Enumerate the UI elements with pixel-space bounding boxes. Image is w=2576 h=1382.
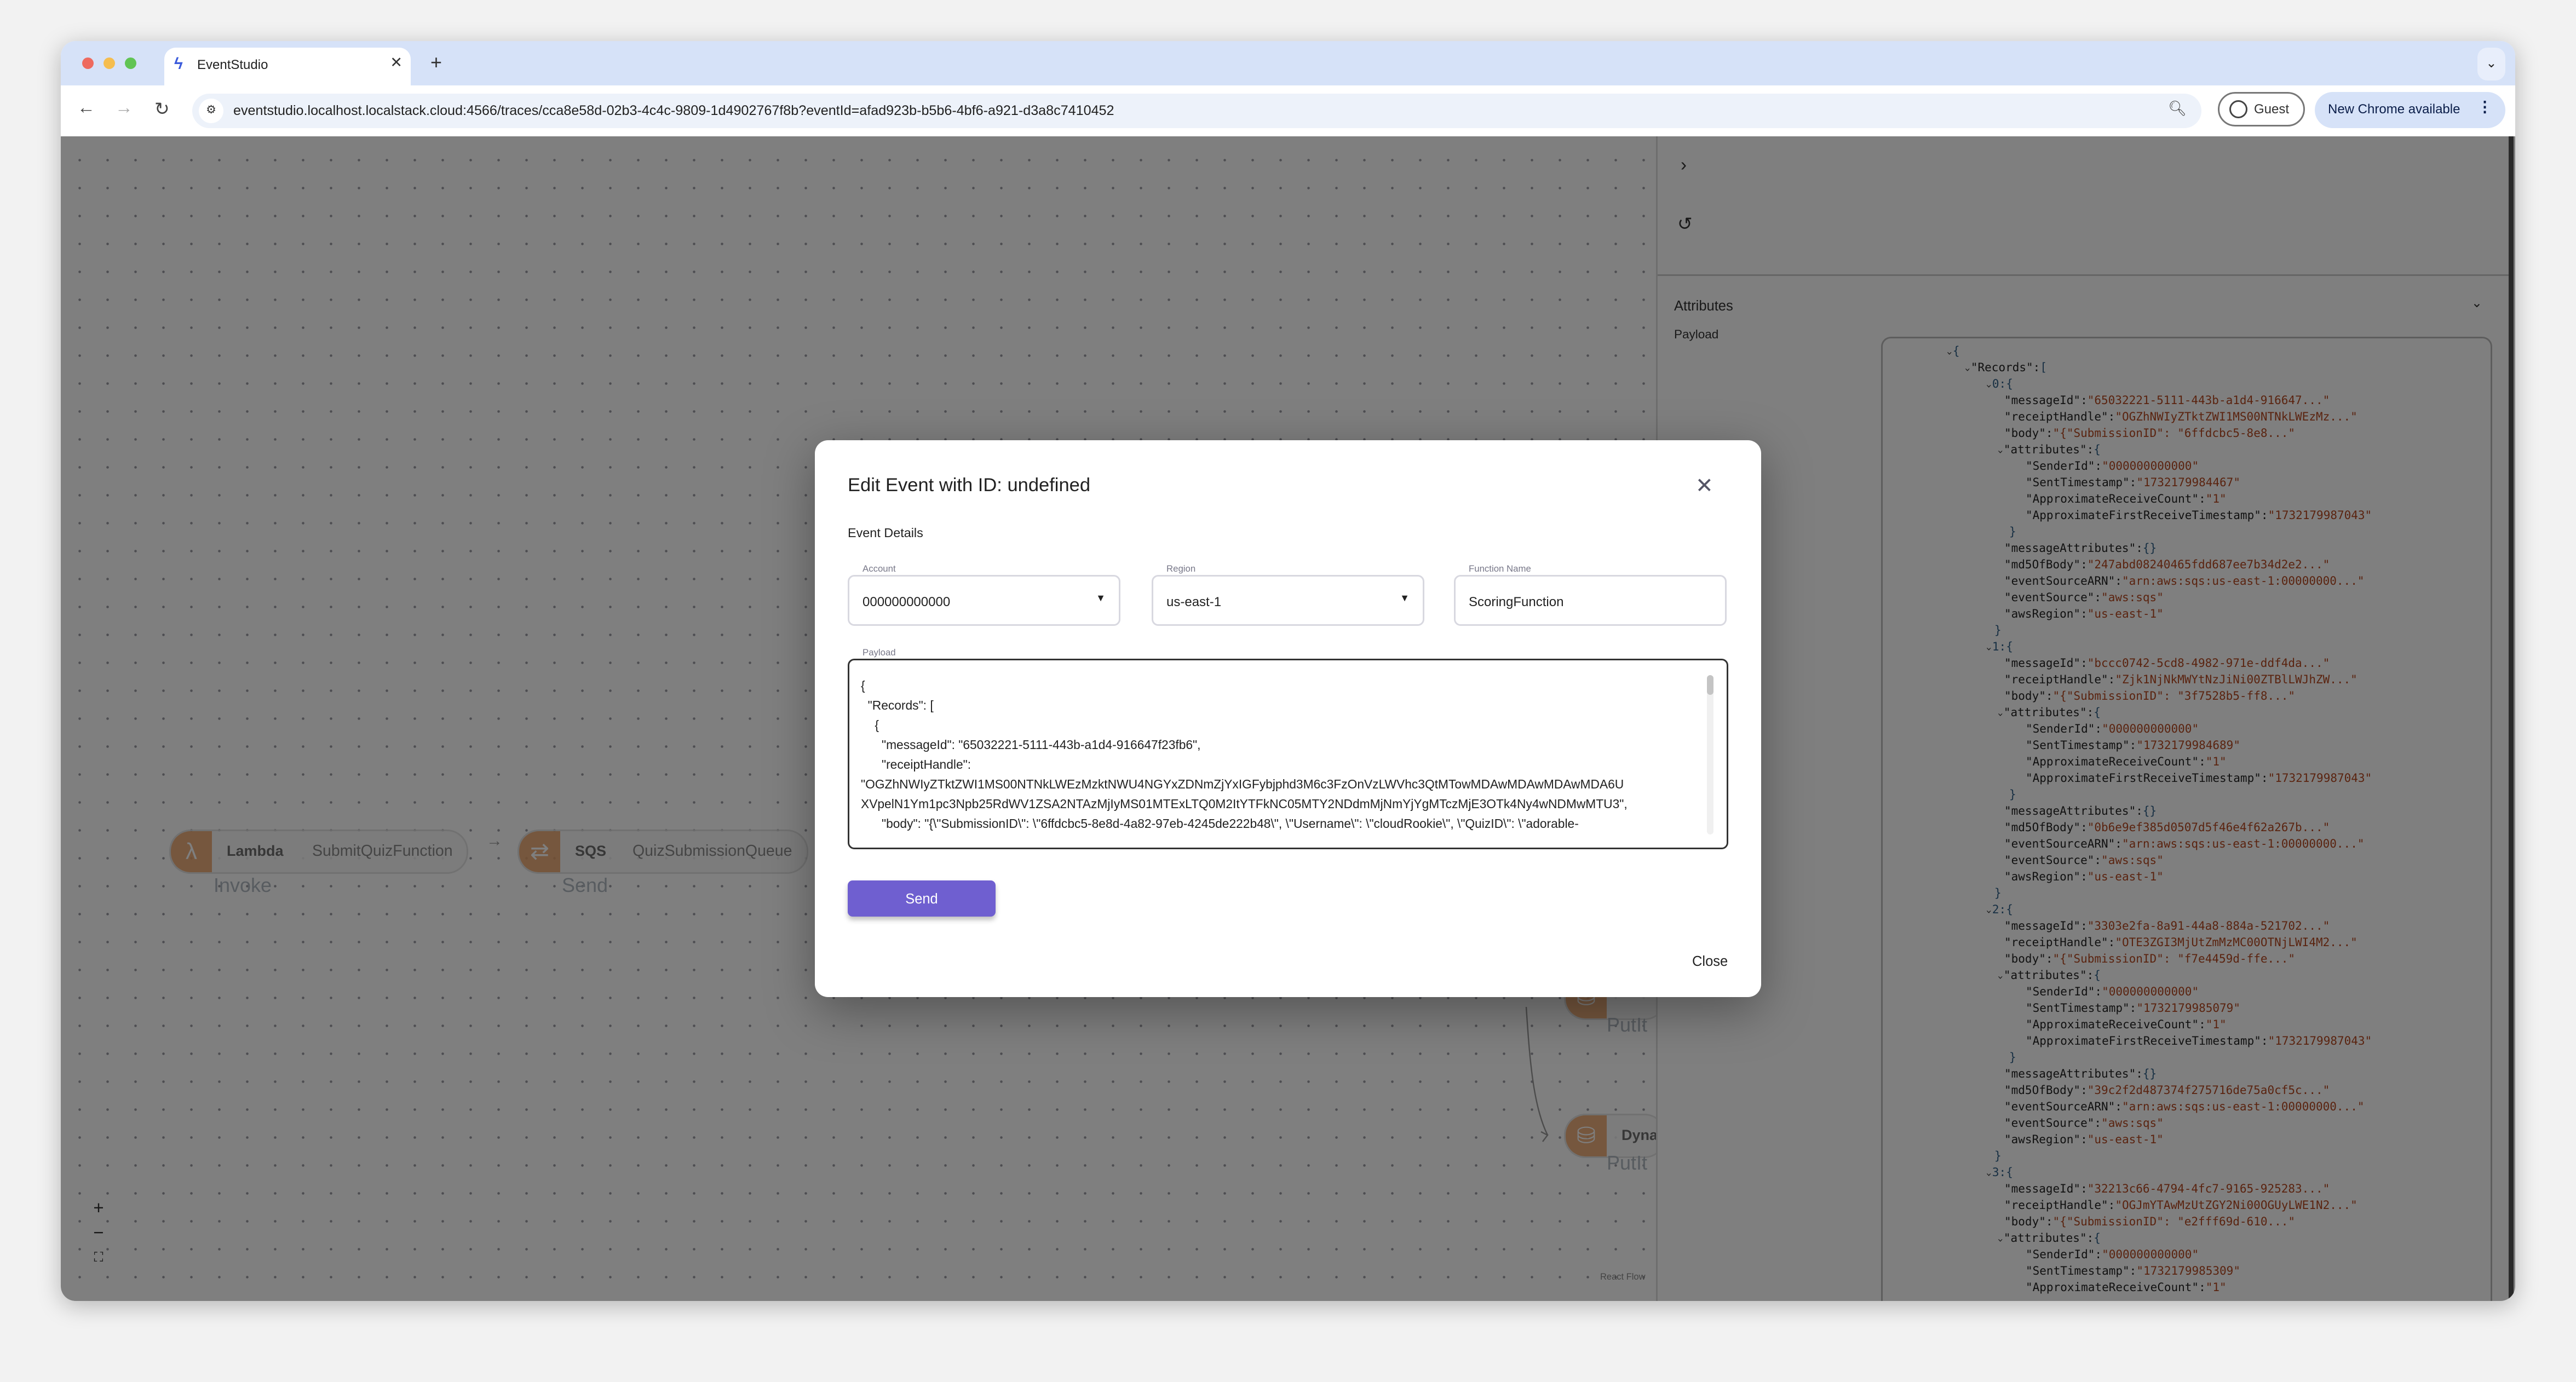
account-select[interactable]: Account 000000000000 ▼ — [848, 565, 1120, 626]
address-bar[interactable]: ⚙ eventstudio.localhost.localstack.cloud… — [192, 94, 2201, 128]
profile-label: Guest — [2254, 102, 2290, 117]
payload-text[interactable]: { "Records": [ { "messageId": "65032221-… — [861, 677, 1702, 834]
field-label: Function Name — [1465, 565, 1534, 575]
payload-line: "messageId": "65032221-5111-443b-a1d4-91… — [861, 738, 1201, 752]
update-chrome-button[interactable]: New Chrome available ⋮ — [2315, 92, 2505, 128]
eventstudio-favicon-icon: ϟ — [174, 56, 183, 74]
tab-title: EventStudio — [197, 57, 268, 72]
maximize-window-button[interactable] — [125, 57, 136, 69]
zoom-out-magnifier-icon[interactable]: 🔍︎ — [2168, 100, 2187, 118]
dropdown-arrow-icon: ▼ — [1096, 595, 1106, 604]
close-icon[interactable]: ✕ — [1695, 473, 1714, 499]
field-value: ScoringFunction — [1469, 595, 1564, 609]
payload-line: "Records": [ — [861, 698, 934, 713]
field-label: Payload — [859, 649, 899, 659]
close-window-button[interactable] — [82, 57, 94, 69]
payload-line: { — [861, 678, 865, 693]
send-button[interactable]: Send — [848, 880, 996, 917]
profile-avatar-icon — [2229, 100, 2247, 118]
dialog-title: Edit Event with ID: undefined — [848, 476, 1091, 496]
browser-window: ϟ EventStudio ✕ + ⌄ ← → ↻ ⚙ eventstudio.… — [61, 41, 2515, 1301]
field-value: us-east-1 — [1166, 595, 1222, 609]
back-arrow-icon[interactable]: ← — [77, 99, 95, 118]
url-text[interactable]: eventstudio.localhost.localstack.cloud:4… — [233, 102, 1114, 118]
payload-line: { — [861, 718, 879, 733]
payload-line: "body": "{\"SubmissionID\": \"6ffdcbc5-8… — [861, 816, 1579, 831]
minimize-window-button[interactable] — [104, 57, 115, 69]
tab-bar: ϟ EventStudio ✕ + ⌄ — [61, 41, 2515, 85]
dropdown-arrow-icon: ▼ — [1400, 595, 1410, 604]
browser-toolbar: ← → ↻ ⚙ eventstudio.localhost.localstack… — [61, 85, 2515, 136]
section-label: Event Details — [848, 526, 923, 540]
app-content: λ Lambda SubmitQuizFunction Invoke → ⇄ S… — [61, 136, 2515, 1301]
payload-line: "receiptHandle": — [861, 757, 971, 772]
region-select[interactable]: Region us-east-1 ▼ — [1152, 565, 1424, 626]
scrollbar-thumb[interactable] — [1707, 675, 1714, 695]
payload-line: XVpelN1Ym1pc3Npb25RdWV1ZSA2NTAzMjIyMS01M… — [861, 797, 1628, 811]
edit-event-dialog: Edit Event with ID: undefined ✕ Event De… — [815, 440, 1761, 997]
update-label: New Chrome available — [2328, 102, 2460, 117]
screen: ϟ EventStudio ✕ + ⌄ ← → ↻ ⚙ eventstudio.… — [0, 0, 2576, 1381]
more-menu-icon[interactable]: ⋮ — [2477, 99, 2492, 117]
new-tab-button[interactable]: + — [430, 51, 442, 74]
field-value: 000000000000 — [863, 595, 951, 609]
function-name-input[interactable]: Function Name ScoringFunction — [1454, 565, 1727, 626]
tab-search-chevron-icon[interactable]: ⌄ — [2477, 48, 2505, 80]
payload-textarea[interactable]: Payload { "Records": [ { "messageId": "6… — [848, 649, 1728, 849]
close-button[interactable]: Close — [1692, 953, 1728, 969]
field-label: Account — [859, 565, 899, 575]
payload-line: "OGZhNWIyZTktZWI1MS00NTNkLWEzMzktNWU4NGY… — [861, 777, 1624, 792]
reload-icon[interactable]: ↻ — [154, 99, 170, 120]
profile-button[interactable]: Guest — [2218, 92, 2305, 126]
site-settings-icon[interactable]: ⚙ — [199, 99, 223, 123]
close-tab-icon[interactable]: ✕ — [390, 54, 403, 72]
tab-eventstudio[interactable]: ϟ EventStudio ✕ — [164, 48, 411, 85]
field-label: Region — [1163, 565, 1199, 575]
textarea-scrollbar[interactable] — [1707, 675, 1714, 834]
forward-arrow-icon[interactable]: → — [115, 99, 133, 118]
